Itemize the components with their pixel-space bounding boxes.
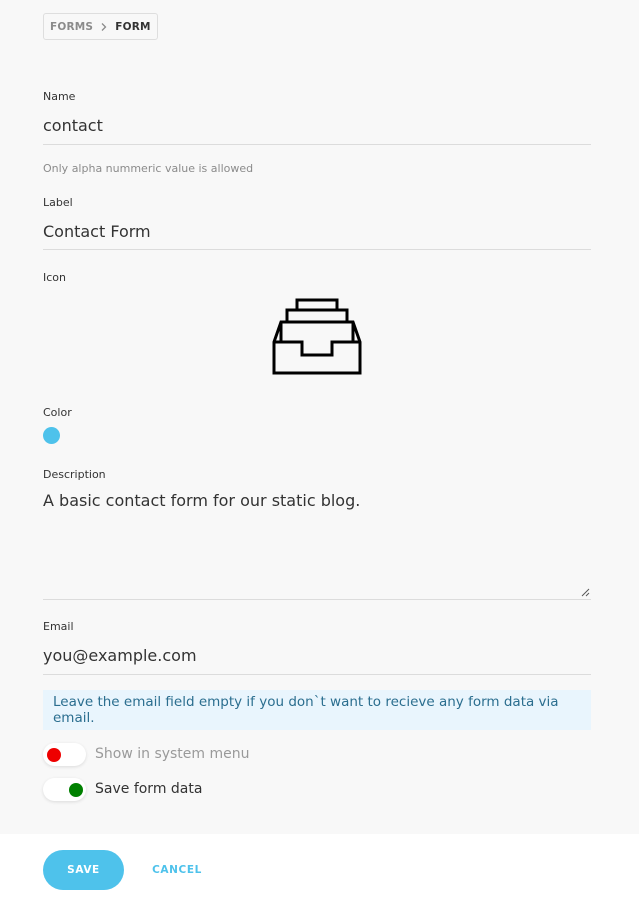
show-in-system-menu-label: Show in system menu: [95, 746, 250, 762]
name-hint: Only alpha nummeric value is allowed: [43, 162, 254, 175]
label-label: Label: [43, 196, 73, 209]
name-underline: [43, 144, 591, 145]
email-label: Email: [43, 620, 74, 633]
email-info-notice: Leave the email field empty if you don`t…: [43, 690, 591, 730]
breadcrumb: FORMS FORM: [43, 13, 158, 40]
toggle-knob: [47, 748, 61, 762]
name-label: Name: [43, 90, 76, 103]
save-button[interactable]: SAVE: [43, 850, 124, 890]
description-underline: [43, 599, 591, 600]
cancel-button[interactable]: CANCEL: [147, 850, 207, 890]
save-form-data-label: Save form data: [95, 781, 203, 797]
email-underline: [43, 674, 591, 675]
icon-label: Icon: [43, 271, 66, 284]
footer-actions: SAVE CANCEL: [0, 834, 639, 902]
inbox-tray-icon[interactable]: [272, 298, 362, 378]
description-textarea[interactable]: A basic contact form for our static blog…: [43, 488, 591, 599]
save-form-data-toggle[interactable]: [43, 778, 86, 801]
color-swatch[interactable]: [43, 427, 60, 444]
label-input[interactable]: Contact Form: [43, 222, 151, 241]
description-label: Description: [43, 468, 106, 481]
resize-handle-icon[interactable]: [581, 588, 590, 597]
toggle-knob: [69, 783, 83, 797]
breadcrumb-forms-link[interactable]: FORMS: [50, 21, 93, 33]
chevron-right-icon: [101, 22, 107, 31]
name-input[interactable]: contact: [43, 116, 103, 135]
show-in-system-menu-toggle[interactable]: [43, 743, 86, 766]
label-underline: [43, 249, 591, 250]
email-input[interactable]: you@example.com: [43, 646, 197, 665]
breadcrumb-current: FORM: [115, 20, 151, 33]
description-text: A basic contact form for our static blog…: [43, 491, 361, 510]
color-label: Color: [43, 406, 72, 419]
